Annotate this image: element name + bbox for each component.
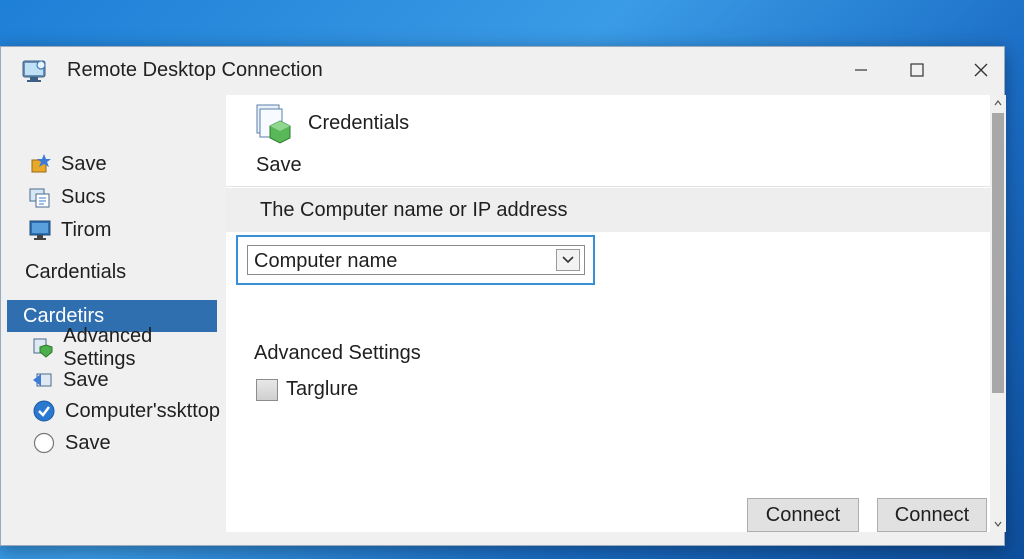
title-bar[interactable]: Remote Desktop Connection <box>1 47 1004 95</box>
targlure-checkbox-label[interactable]: Targlure <box>286 378 358 401</box>
arrow-back-icon <box>29 367 55 393</box>
combobox-value: Computer name <box>254 250 398 272</box>
sidebar-item-label: Computer'sskttop <box>65 399 220 422</box>
monitor-icon <box>27 217 53 243</box>
remote-desktop-window: Remote Desktop Connection Save Sucs Tiro… <box>0 46 1006 547</box>
save-star-icon <box>27 151 53 177</box>
credentials-header: Credentials Save <box>226 95 990 187</box>
connect-button-2[interactable]: Connect <box>877 498 987 532</box>
sidebar-item-label: Save <box>65 431 111 454</box>
sidebar: Save Sucs Tirom Cardentials Cardetirs Ad… <box>1 95 220 547</box>
close-button[interactable] <box>961 53 1001 87</box>
vertical-scrollbar[interactable] <box>990 95 1006 532</box>
section-header-label: The Computer name or IP address <box>260 199 568 221</box>
check-circle-icon <box>31 398 57 424</box>
sidebar-item-save-3[interactable]: Save <box>31 428 111 458</box>
targlure-checkbox[interactable] <box>256 379 278 401</box>
sidebar-item-advanced-settings[interactable]: Advanced Settings <box>31 325 219 370</box>
sidebar-item-save[interactable]: Save <box>27 149 107 179</box>
computer-name-focus-frame: Computer name <box>236 235 595 285</box>
window-title: Remote Desktop Connection <box>67 59 323 81</box>
sidebar-item-label: Save <box>63 368 109 391</box>
sidebar-item-sucs[interactable]: Sucs <box>27 182 105 212</box>
credentials-save-label[interactable]: Save <box>256 154 302 177</box>
sidebar-heading-credentials[interactable]: Cardentials <box>25 261 126 284</box>
settings-shield-icon <box>31 335 55 361</box>
sidebar-item-tirom[interactable]: Tirom <box>27 215 111 245</box>
document-icon <box>27 184 53 210</box>
sidebar-item-save-2[interactable]: Save <box>29 365 109 395</box>
credentials-cube-icon <box>254 103 294 147</box>
sidebar-item-label: Sucs <box>61 185 106 208</box>
computer-name-combobox[interactable]: Computer name <box>247 245 585 275</box>
minimize-button[interactable] <box>841 53 881 87</box>
sidebar-item-label: Tirom <box>61 218 112 241</box>
scrollbar-thumb[interactable] <box>992 113 1004 393</box>
sidebar-item-label: Save <box>61 152 107 175</box>
sidebar-item-computer-desktop[interactable]: Computer'sskttop <box>31 396 220 426</box>
scroll-up-icon[interactable] <box>990 95 1006 111</box>
content-panel: Credentials Save The Computer name or IP… <box>226 95 990 532</box>
chevron-down-icon[interactable] <box>556 249 580 271</box>
advanced-settings-label: Advanced Settings <box>254 342 421 364</box>
connect-button-1[interactable]: Connect <box>747 498 859 532</box>
scroll-down-icon[interactable] <box>990 516 1006 532</box>
maximize-button[interactable] <box>897 53 937 87</box>
credentials-title: Credentials <box>308 112 410 134</box>
remote-desktop-icon <box>21 57 49 85</box>
radio-empty-icon <box>31 430 57 456</box>
section-header: The Computer name or IP address <box>226 188 990 232</box>
